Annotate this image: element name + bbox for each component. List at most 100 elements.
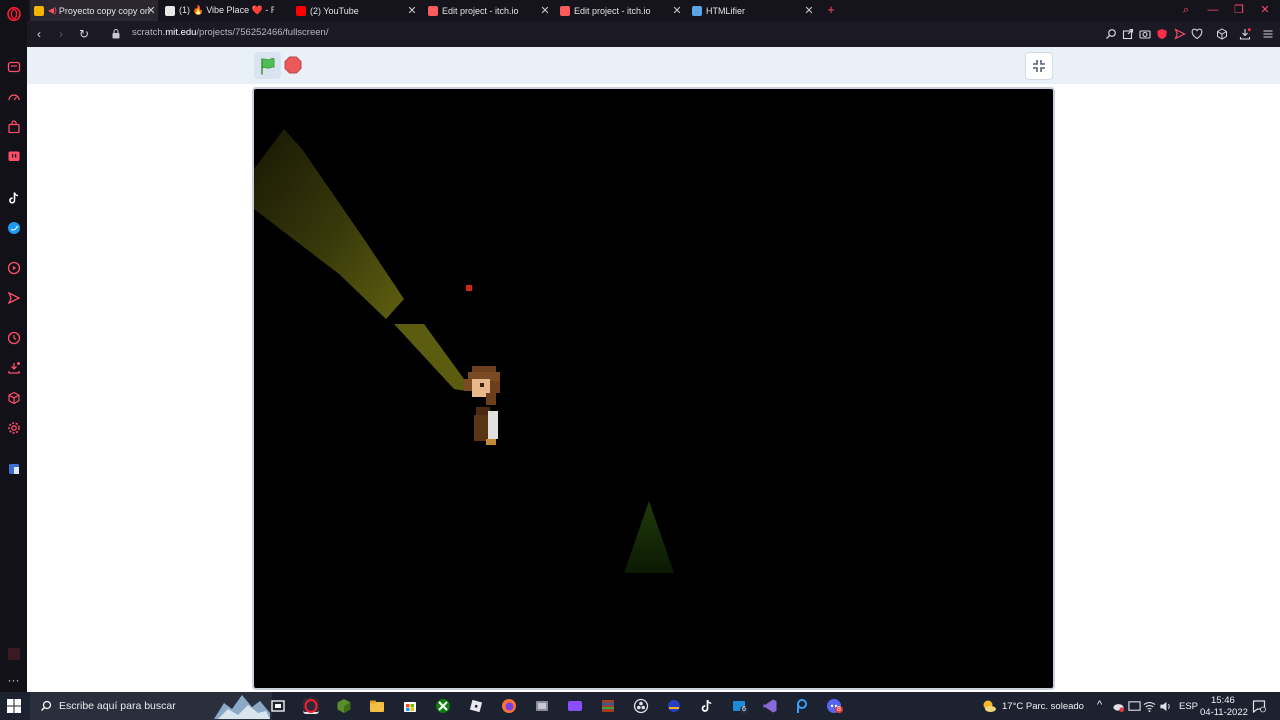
back-button[interactable]: ‹ (31, 26, 47, 42)
task-view-icon[interactable] (270, 698, 286, 714)
share-icon[interactable] (1121, 27, 1134, 40)
tiktok-taskbar-icon[interactable] (699, 698, 715, 714)
search-highlight-image (214, 695, 270, 719)
lock-icon[interactable] (109, 27, 122, 40)
green-triangle-object (624, 501, 674, 573)
wifi-icon[interactable] (1143, 700, 1156, 713)
extensions-icon[interactable] (1215, 27, 1228, 40)
game-launcher-icon[interactable] (666, 698, 682, 714)
obs-studio-icon[interactable] (633, 698, 649, 714)
exit-fullscreen-button[interactable] (1025, 52, 1053, 80)
flow-send-icon[interactable] (1173, 27, 1186, 40)
adblock-shield-icon[interactable] (1155, 27, 1168, 40)
stage-canvas[interactable] (254, 89, 1053, 688)
mail-icon[interactable]: 6 (732, 698, 748, 714)
tab-itch-edit-2[interactable]: Edit project - itch.io ✕ (558, 0, 684, 21)
easy-setup-menu-icon[interactable] (1261, 27, 1274, 40)
xbox-icon[interactable] (435, 698, 451, 714)
tab-close-icon[interactable]: ✕ (672, 4, 682, 17)
player-icon[interactable] (6, 260, 21, 275)
mail-badge: 6 (740, 706, 748, 713)
tab-roblox[interactable]: (1) 🔥 Vibe Place ❤️ - Rob (161, 0, 274, 21)
download-icon[interactable] (1238, 27, 1251, 40)
firefox-icon[interactable] (501, 698, 517, 714)
stop-button[interactable] (284, 56, 302, 74)
stop-octagon-icon (284, 56, 302, 74)
roblox-icon[interactable] (468, 698, 484, 714)
weather-partly-sunny-icon[interactable] (981, 698, 997, 714)
tab-close-icon[interactable]: ✕ (407, 4, 417, 17)
player-character (464, 366, 500, 445)
twitch-icon[interactable] (6, 149, 21, 164)
onedrive-sync-icon[interactable] (1112, 700, 1125, 713)
tab-close-icon[interactable]: ✕ (540, 4, 550, 17)
opera-taskbar-icon[interactable] (303, 698, 319, 714)
settings-gear-icon[interactable] (6, 420, 21, 435)
language-indicator[interactable]: ESP (1179, 701, 1198, 712)
tab-close-icon[interactable]: ✕ (146, 4, 156, 17)
snapshot-camera-icon[interactable] (1138, 27, 1151, 40)
winrar-icon[interactable] (600, 698, 616, 714)
clock-date[interactable]: 04-11-2022 (1200, 707, 1248, 718)
tab-htmlifier[interactable]: HTMLifier ✕ (690, 0, 816, 21)
close-window-button[interactable]: ✕ (1257, 2, 1273, 18)
htmlifier-favicon-icon (692, 5, 702, 16)
tab-itch-edit-1[interactable]: Edit project - itch.io ✕ (426, 0, 552, 21)
new-tab-button[interactable]: + (824, 2, 838, 18)
tab-youtube[interactable]: (2) YouTube ✕ (293, 0, 419, 21)
microsoft-store-icon[interactable] (402, 698, 418, 714)
show-hidden-icons-chevron[interactable]: ^ (1097, 699, 1102, 711)
search-placeholder: Escribe aquí para buscar (59, 700, 176, 712)
minecraft-icon[interactable] (336, 698, 352, 714)
itchio-favicon-icon (428, 5, 438, 16)
translate-app-icon[interactable] (6, 461, 21, 476)
weather-text[interactable]: 17°C Parc. soleado (1002, 701, 1084, 712)
tiktok-icon[interactable] (6, 190, 21, 205)
sidebar-more-icon[interactable]: ··· (6, 672, 21, 687)
restore-button[interactable]: ❐ (1231, 2, 1247, 18)
player-controls-bar (27, 47, 1280, 84)
forward-button[interactable]: › (53, 26, 69, 42)
minecraft-launcher-icon[interactable] (534, 698, 550, 714)
tab-close-icon[interactable]: ✕ (804, 4, 814, 17)
visual-studio-icon[interactable] (762, 698, 778, 714)
search-icon (41, 700, 52, 711)
audio-playing-icon[interactable]: ◀) (48, 6, 57, 15)
messenger-icon[interactable] (6, 59, 21, 74)
taskbar-search-box[interactable]: Escribe aquí para buscar (30, 692, 272, 720)
green-flag-icon (260, 57, 274, 74)
tab-bar: ◀) Proyecto copy copy on ✕ (1) 🔥 Vibe Pl… (27, 0, 1280, 21)
file-explorer-icon[interactable] (369, 698, 385, 714)
minimize-button[interactable]: — (1205, 2, 1221, 18)
volume-icon[interactable] (1159, 700, 1172, 713)
tray-display-icon[interactable] (1128, 700, 1141, 713)
downloads-icon[interactable] (6, 360, 21, 375)
reload-button[interactable]: ↻ (76, 26, 92, 42)
speedometer-icon[interactable] (6, 89, 21, 104)
scratch-player-page (27, 47, 1280, 692)
scratch-favicon-icon (34, 5, 44, 16)
discord-badge: 8 (835, 706, 843, 713)
history-icon[interactable] (6, 330, 21, 345)
windows-start-icon[interactable] (6, 698, 22, 714)
clipchamp-icon[interactable] (567, 698, 583, 714)
twitter-icon[interactable] (6, 220, 21, 235)
url-field[interactable]: scratch.mit.edu/projects/756252466/fulls… (132, 27, 328, 38)
discord-icon[interactable]: 8 (826, 698, 843, 714)
tab-search-icon[interactable]: ⌕ (1178, 2, 1194, 18)
clock-time[interactable]: 15:46 (1211, 695, 1235, 706)
sidebar-extension-icon[interactable] (6, 646, 21, 661)
project-stage[interactable] (252, 87, 1055, 690)
send-icon[interactable] (6, 290, 21, 305)
itchio-favicon-icon (560, 5, 570, 16)
browser-sidebar: ··· (0, 0, 27, 692)
tab-scratch-project[interactable]: ◀) Proyecto copy copy on ✕ (30, 0, 158, 21)
green-flag-button[interactable] (254, 52, 281, 79)
notification-center-icon[interactable] (1252, 699, 1266, 713)
opera-logo-icon[interactable] (6, 6, 21, 21)
shopping-bag-icon[interactable] (6, 119, 21, 134)
picsart-icon[interactable] (793, 698, 809, 714)
extensions-cube-icon[interactable] (6, 390, 21, 405)
bookmark-heart-icon[interactable] (1190, 27, 1203, 40)
page-search-icon[interactable] (1104, 27, 1117, 40)
